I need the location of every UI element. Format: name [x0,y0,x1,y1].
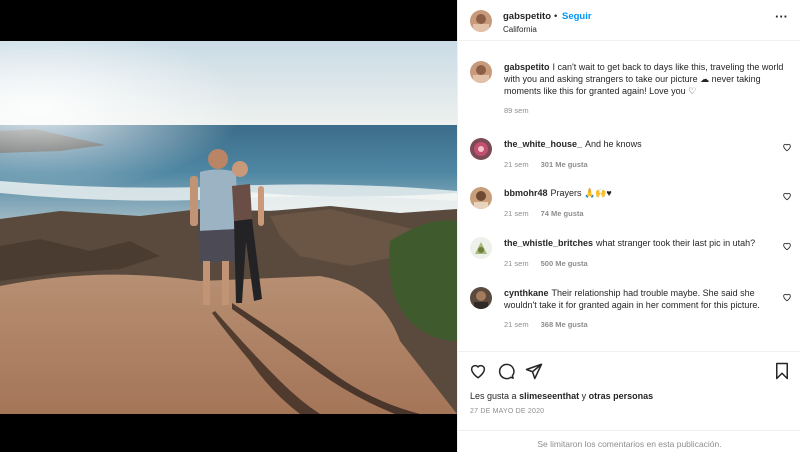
author-avatar[interactable] [470,10,492,32]
comment-body: the_white_house_ And he knows 21 sem 301 M… [504,138,774,171]
comment-username[interactable]: the_whistle_britches [504,238,593,248]
photo-pane [0,0,457,452]
caption-avatar[interactable] [470,61,492,83]
comment-avatar[interactable] [470,138,492,160]
share-icon[interactable] [525,362,543,380]
comment-likes[interactable]: 74 Me gusta [541,209,584,218]
likes-prefix: Les gusta a [470,391,517,401]
comment-time[interactable]: 21 sem [504,160,529,169]
comment-avatar[interactable] [470,187,492,209]
likes-user-link[interactable]: slimeseenthat [519,391,579,401]
like-comment-heart-icon[interactable] [782,292,792,302]
comment-body: bbmohr48 Prayers 🙏🙌♥ 21 sem 74 Me gusta [504,187,774,220]
comment-avatar[interactable] [470,287,492,309]
comment-time[interactable]: 21 sem [504,320,529,329]
likes-others-link[interactable]: otras personas [589,391,654,401]
post-side-panel: gabspetito • Seguir California ··· gabsp… [457,0,800,452]
comment-time[interactable]: 21 sem [504,209,529,218]
comments-limited-notice: Se limitaron los comentarios en esta pub… [458,430,800,452]
caption-body: gabspetito I can't wait to get back to da… [504,61,789,117]
comment-text: Prayers 🙏🙌♥ [550,188,612,198]
like-comment-heart-icon[interactable] [782,241,792,251]
more-options-icon[interactable]: ··· [775,10,788,23]
comment-text: And he knows [585,139,642,149]
comment-avatar[interactable] [470,237,492,259]
post-photo[interactable] [0,41,457,414]
instagram-post-modal: gabspetito • Seguir California ··· gabsp… [0,0,800,452]
separator-dot: • [554,11,558,22]
caption-username[interactable]: gabspetito [504,62,550,72]
like-comment-heart-icon[interactable] [782,142,792,152]
comment-icon[interactable] [497,362,515,380]
comment-time[interactable]: 21 sem [504,259,529,268]
likes-summary: Les gusta a slimeseenthat y otras person… [470,391,653,401]
bookmark-icon[interactable] [773,362,791,380]
action-bar [469,362,791,382]
comment-username[interactable]: bbmohr48 [504,188,548,198]
likes-joiner: y [581,391,587,401]
post-location[interactable]: California [503,25,537,34]
like-comment-heart-icon[interactable] [782,191,792,201]
heart-icon[interactable] [469,362,487,380]
author-username[interactable]: gabspetito [503,11,551,22]
comment-likes[interactable]: 301 Me gusta [541,160,588,169]
follow-button[interactable]: Seguir [562,11,592,22]
comment-likes[interactable]: 500 Me gusta [541,259,588,268]
comment-text: what stranger took their last pic in uta… [596,238,756,248]
post-date[interactable]: 27 DE MAYO DE 2020 [470,408,544,415]
comment-body: the_whistle_britches what stranger took t… [504,237,774,270]
comment-body: cynthkane Their relationship had trouble … [504,287,774,331]
caption-time[interactable]: 89 sem [504,106,529,115]
comment-username[interactable]: the_white_house_ [504,139,582,149]
post-actions: Les gusta a slimeseenthat y otras person… [458,351,800,452]
comments-list: gabspetito I can't wait to get back to da… [458,41,800,351]
post-header: gabspetito • Seguir California ··· [458,0,800,41]
comment-username[interactable]: cynthkane [504,288,549,298]
comment-likes[interactable]: 368 Me gusta [541,320,588,329]
